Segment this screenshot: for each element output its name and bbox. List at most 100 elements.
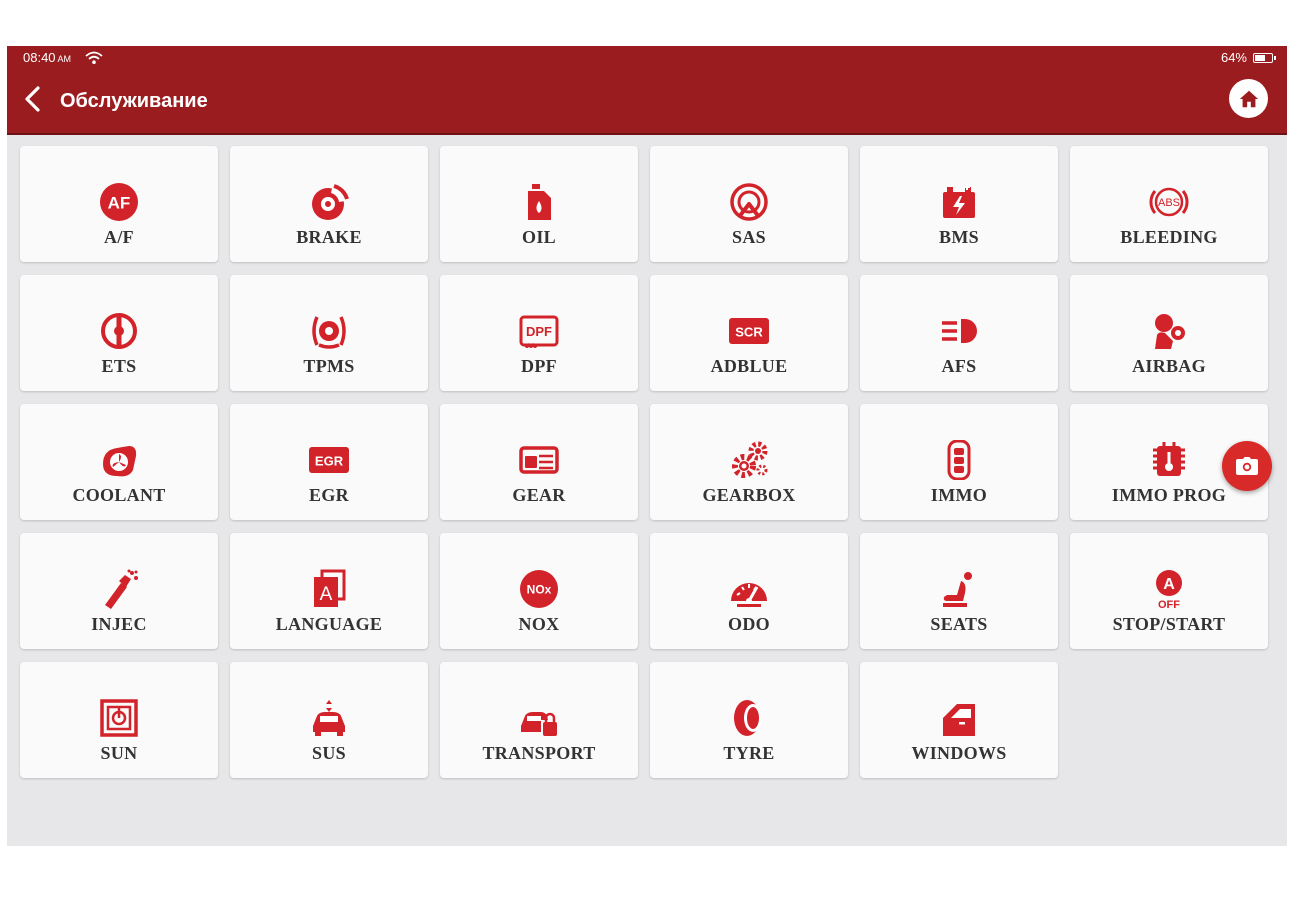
function-tile-language[interactable]: A LANGUAGE — [230, 533, 428, 649]
function-tile-label: BMS — [939, 227, 979, 247]
function-tile-label: INJEC — [91, 614, 147, 634]
function-tile-gear[interactable]: GEAR — [440, 404, 638, 520]
function-tile-afs[interactable]: AFS — [860, 275, 1058, 391]
status-battery: 64% — [1220, 50, 1276, 65]
stop-start-icon: A OFF — [1156, 570, 1182, 609]
function-tile-sas[interactable]: SAS — [650, 146, 848, 262]
function-tile-label: NOX — [518, 614, 560, 634]
function-tile-sun[interactable]: SUN — [20, 662, 218, 778]
function-tile-coolant[interactable]: COOLANT — [20, 404, 218, 520]
function-tile-label: SAS — [732, 227, 766, 247]
svg-text:OFF: OFF — [1158, 599, 1180, 609]
svg-text:EGR: EGR — [315, 454, 344, 469]
svg-text:ABS: ABS — [1158, 197, 1180, 209]
function-tile-label: SEATS — [930, 614, 988, 634]
function-tile-nox[interactable]: NOx NOX — [440, 533, 638, 649]
seat-icon — [943, 572, 972, 607]
function-tile-tpms[interactable]: TPMS — [230, 275, 428, 391]
nox-icon: NOx — [520, 570, 558, 608]
function-tile-label: IMMO — [930, 485, 988, 505]
back-arrow-icon[interactable] — [21, 84, 45, 114]
function-tile-label: ADBLUE — [710, 356, 788, 376]
function-tile-label: BLEEDING — [1120, 227, 1218, 247]
function-tile-label: ETS — [101, 356, 137, 376]
function-tile-label: TPMS — [303, 356, 355, 376]
function-tile-airbag[interactable]: AIRBAG — [1070, 275, 1268, 391]
function-tile-sus[interactable]: SUS — [230, 662, 428, 778]
function-tile-seats[interactable]: SEATS — [860, 533, 1058, 649]
camera-icon — [1236, 457, 1258, 475]
brake-icon — [312, 184, 349, 220]
app-bar: 08:40 AM 64% Обслуживание — [7, 46, 1287, 135]
throttle-icon — [101, 313, 137, 349]
svg-text:A: A — [320, 584, 333, 605]
function-tile-stop-start[interactable]: A OFF STOP/START — [1070, 533, 1268, 649]
function-tile-label: OIL — [522, 227, 556, 247]
function-tile-oil[interactable]: OIL — [440, 146, 638, 262]
function-tile-label: COOLANT — [72, 485, 166, 505]
function-tile-bms[interactable]: BMS — [860, 146, 1058, 262]
function-tile-label: SUS — [312, 743, 346, 763]
gearbox-icon — [732, 441, 768, 478]
oil-icon — [528, 184, 551, 220]
status-time-value: 08:40 — [23, 50, 56, 65]
function-tile-label: AIRBAG — [1132, 356, 1206, 376]
status-time: 08:40 AM — [23, 50, 71, 65]
function-tile-label: EGR — [309, 485, 349, 505]
egr-icon: EGR — [309, 447, 349, 473]
function-tile-label: WINDOWS — [911, 743, 1007, 763]
battery-percent: 64% — [1220, 50, 1247, 65]
key-fob-icon — [947, 440, 971, 480]
sunroof-icon — [100, 699, 138, 737]
sas-icon — [730, 183, 768, 221]
tpms-icon — [312, 316, 346, 349]
chip-icon — [1153, 442, 1185, 476]
function-tile-ets[interactable]: ETS — [20, 275, 218, 391]
function-tile-egr[interactable]: EGR EGR — [230, 404, 428, 520]
suspension-icon — [313, 700, 345, 736]
function-tile-label: TRANSPORT — [482, 743, 596, 763]
screenshot-button[interactable] — [1222, 441, 1272, 491]
function-tile-odo[interactable]: ODO — [650, 533, 848, 649]
home-button[interactable] — [1229, 79, 1268, 118]
svg-text:DPF: DPF — [526, 324, 552, 339]
function-tile-transport[interactable]: TRANSPORT — [440, 662, 638, 778]
function-tile-adblue[interactable]: SCR ADBLUE — [650, 275, 848, 391]
function-tile-bleeding[interactable]: ABS BLEEDING — [1070, 146, 1268, 262]
status-ampm: AM — [57, 54, 72, 64]
function-tile-gearbox[interactable]: GEARBOX — [650, 404, 848, 520]
coolant-fan-icon — [103, 446, 137, 477]
function-tile-label: A/F — [104, 227, 134, 247]
scr-icon: SCR — [729, 318, 769, 344]
window-icon — [943, 704, 975, 736]
svg-text:AF: AF — [108, 194, 131, 213]
abs-icon: ABS — [1149, 187, 1189, 217]
function-tile-a-f[interactable]: AF A/F — [20, 146, 218, 262]
function-tile-injec[interactable]: INJEC — [20, 533, 218, 649]
svg-text:NOx: NOx — [527, 583, 552, 597]
battery-icon — [943, 184, 975, 218]
dpf-icon: DPF — [519, 315, 559, 348]
function-tile-label: BRAKE — [296, 227, 362, 247]
odometer-icon — [731, 583, 767, 607]
airbag-icon — [1155, 314, 1185, 349]
function-tile-label: STOP/START — [1112, 614, 1226, 634]
language-icon: A — [314, 569, 346, 607]
function-tile-label: GEAR — [512, 485, 566, 505]
transport-mode-icon — [521, 712, 557, 736]
function-tile-label: DPF — [521, 356, 557, 376]
function-tile-label: SUN — [100, 743, 138, 763]
function-tile-label: ODO — [728, 614, 770, 634]
wifi-icon — [85, 51, 103, 64]
function-tile-brake[interactable]: BRAKE — [230, 146, 428, 262]
function-tile-label: AFS — [941, 356, 977, 376]
home-icon — [1239, 90, 1258, 107]
function-tile-dpf[interactable]: DPF DPF — [440, 275, 638, 391]
function-tile-tyre[interactable]: TYRE — [650, 662, 848, 778]
svg-text:A: A — [1163, 576, 1175, 593]
function-tile-immo[interactable]: IMMO — [860, 404, 1058, 520]
battery-fill — [1255, 54, 1265, 61]
battery-icon — [1253, 52, 1276, 63]
function-tile-windows[interactable]: WINDOWS — [860, 662, 1058, 778]
tyre-icon — [734, 700, 762, 736]
